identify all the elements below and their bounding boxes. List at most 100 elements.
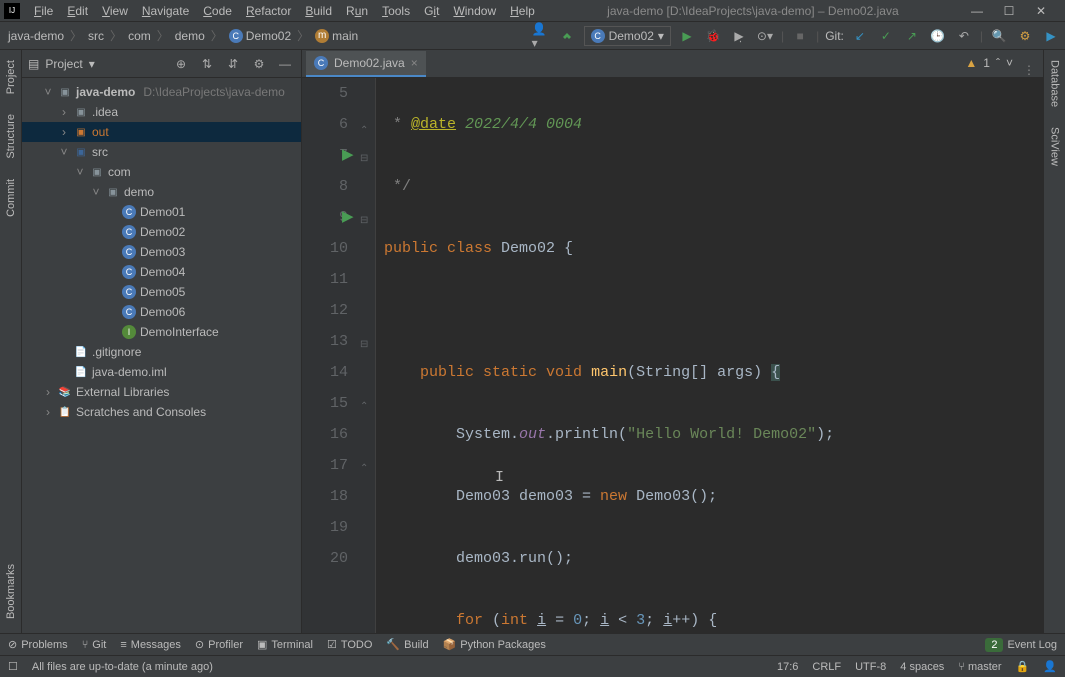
fold-gutter[interactable]: ⌃ ⊟ ⊟ ⊟ ⌃ ⌃	[358, 78, 376, 633]
tab-commit[interactable]: Commit	[3, 173, 19, 223]
crumb-com[interactable]: com	[124, 27, 155, 45]
code-editor[interactable]: 567891011121314151617181920 ▶ ▶ ⌃ ⊟ ⊟ ⊟ …	[302, 78, 1043, 633]
git-rollback-icon[interactable]: ↶	[954, 26, 974, 46]
git-commit-icon[interactable]: ✓	[876, 26, 896, 46]
editor-tabs: C Demo02.java × ⋮	[302, 50, 1043, 78]
tree-interface[interactable]: IDemoInterface	[22, 322, 301, 342]
panel-title[interactable]: Project	[45, 57, 82, 71]
git-push-icon[interactable]: ↗	[902, 26, 922, 46]
tab-structure[interactable]: Structure	[3, 108, 19, 165]
class-icon: C	[122, 285, 136, 299]
menu-navigate[interactable]: Navigate	[136, 2, 195, 20]
tree-class-demo03[interactable]: CDemo03	[22, 242, 301, 262]
select-opened-icon[interactable]: ⊕	[171, 54, 191, 74]
tab-project[interactable]: Project	[3, 54, 19, 100]
coverage-button[interactable]: ▶̣	[729, 26, 749, 46]
folder-icon: ▣	[58, 85, 72, 99]
library-icon: 📚	[58, 385, 72, 399]
run-gutter-icon[interactable]: ▶	[342, 140, 354, 171]
tree-gitignore[interactable]: 📄.gitignore	[22, 342, 301, 362]
stop-button[interactable]: ■	[790, 26, 810, 46]
add-config-icon[interactable]: 👤▾	[532, 26, 552, 46]
dropdown-icon[interactable]: ▾	[89, 57, 95, 71]
bottom-terminal[interactable]: ▣ Terminal	[257, 638, 313, 651]
tree-class-demo06[interactable]: CDemo06	[22, 302, 301, 322]
menu-run[interactable]: Run	[340, 2, 374, 20]
bottom-problems[interactable]: ⊘ Problems	[8, 638, 68, 651]
tabs-menu-icon[interactable]: ⋮	[1015, 63, 1043, 77]
expand-all-icon[interactable]: ⇅	[197, 54, 217, 74]
tab-demo02[interactable]: C Demo02.java ×	[306, 51, 426, 77]
code-text[interactable]: * @date 2022/4/4 0004 */ public class De…	[376, 78, 1043, 633]
menu-help[interactable]: Help	[504, 2, 541, 20]
menu-refactor[interactable]: Refactor	[240, 2, 297, 20]
tree-demo[interactable]: ˅▣demo	[22, 182, 301, 202]
file-icon: 📄	[74, 345, 88, 359]
minimize-button[interactable]: —	[965, 2, 989, 20]
collapse-all-icon[interactable]: ⇵	[223, 54, 243, 74]
line-gutter[interactable]: 567891011121314151617181920 ▶ ▶	[302, 78, 358, 633]
menu-window[interactable]: Window	[447, 2, 502, 20]
menu-tools[interactable]: Tools	[376, 2, 416, 20]
crumb-demo[interactable]: demo	[171, 27, 209, 45]
hide-panel-icon[interactable]: —	[275, 54, 295, 74]
crumb-src[interactable]: src	[84, 27, 108, 45]
run-button[interactable]: ▶	[677, 26, 697, 46]
menu-git[interactable]: Git	[418, 2, 445, 20]
inspection-widget[interactable]: ▲ 1 ˆ ˅	[965, 56, 1013, 70]
ide-features-icon[interactable]: ▶	[1041, 26, 1061, 46]
bottom-python[interactable]: 📦 Python Packages	[443, 638, 546, 651]
menu-build[interactable]: Build	[299, 2, 338, 20]
bottom-profiler[interactable]: ⊙ Profiler	[195, 638, 243, 651]
tree-com[interactable]: ˅▣com	[22, 162, 301, 182]
status-indicator-icon[interactable]: ☐	[8, 660, 18, 673]
tab-sciview[interactable]: SciView	[1047, 121, 1063, 172]
tree-scratches[interactable]: ›📋Scratches and Consoles	[22, 402, 301, 422]
lock-icon[interactable]: 🔒	[1016, 660, 1030, 673]
tab-database[interactable]: Database	[1047, 54, 1063, 113]
settings-icon[interactable]: ⚙	[1015, 26, 1035, 46]
menu-edit[interactable]: Edit	[61, 2, 94, 20]
bottom-todo[interactable]: ☑ TODO	[327, 638, 372, 651]
bottom-build[interactable]: 🔨 Build	[386, 638, 428, 651]
tree-class-demo04[interactable]: CDemo04	[22, 262, 301, 282]
tree-iml[interactable]: 📄java-demo.iml	[22, 362, 301, 382]
search-icon[interactable]: 🔍	[989, 26, 1009, 46]
menu-view[interactable]: View	[96, 2, 134, 20]
git-history-icon[interactable]: 🕒	[928, 26, 948, 46]
bottom-git[interactable]: ⑂ Git	[82, 639, 107, 651]
event-log[interactable]: 2 Event Log	[985, 638, 1057, 652]
menu-code[interactable]: Code	[197, 2, 238, 20]
git-update-icon[interactable]: ↙	[850, 26, 870, 46]
debug-button[interactable]: 🐞	[703, 26, 723, 46]
tree-idea[interactable]: ›▣.idea	[22, 102, 301, 122]
tree-class-demo02[interactable]: CDemo02	[22, 222, 301, 242]
memory-icon[interactable]: 👤	[1043, 660, 1057, 673]
tree-out[interactable]: ›▣out	[22, 122, 301, 142]
folder-icon: ▣	[74, 125, 88, 139]
tree-class-demo01[interactable]: CDemo01	[22, 202, 301, 222]
run-config-selector[interactable]: CDemo02 ▾	[584, 26, 671, 46]
maximize-button[interactable]: ☐	[997, 2, 1021, 20]
app-logo: IJ	[4, 3, 20, 19]
profile-button[interactable]: ⊙▾	[755, 26, 775, 46]
window-title: java-demo [D:\IdeaProjects\java-demo] – …	[541, 4, 965, 18]
bottom-messages[interactable]: ≡ Messages	[120, 639, 181, 651]
tree-src[interactable]: ˅▣src	[22, 142, 301, 162]
run-gutter-icon[interactable]: ▶	[342, 202, 354, 233]
crumb-project[interactable]: java-demo	[4, 27, 68, 45]
tab-label: Demo02.java	[334, 56, 405, 70]
tree-ext-lib[interactable]: ›📚External Libraries	[22, 382, 301, 402]
close-icon[interactable]: ×	[411, 56, 418, 70]
tab-bookmarks[interactable]: Bookmarks	[3, 558, 19, 625]
crumb-method[interactable]: mmain	[311, 27, 362, 45]
caret-down-icon[interactable]: ˅	[1006, 56, 1013, 70]
caret-up-icon[interactable]: ˆ	[996, 56, 1000, 70]
crumb-class[interactable]: CDemo02	[225, 27, 295, 45]
tree-class-demo05[interactable]: CDemo05	[22, 282, 301, 302]
hammer-icon[interactable]	[558, 26, 578, 46]
tree-root[interactable]: ˅▣java-demoD:\IdeaProjects\java-demo	[22, 82, 301, 102]
menu-file[interactable]: File	[28, 2, 59, 20]
close-button[interactable]: ✕	[1029, 2, 1053, 20]
panel-settings-icon[interactable]: ⚙	[249, 54, 269, 74]
